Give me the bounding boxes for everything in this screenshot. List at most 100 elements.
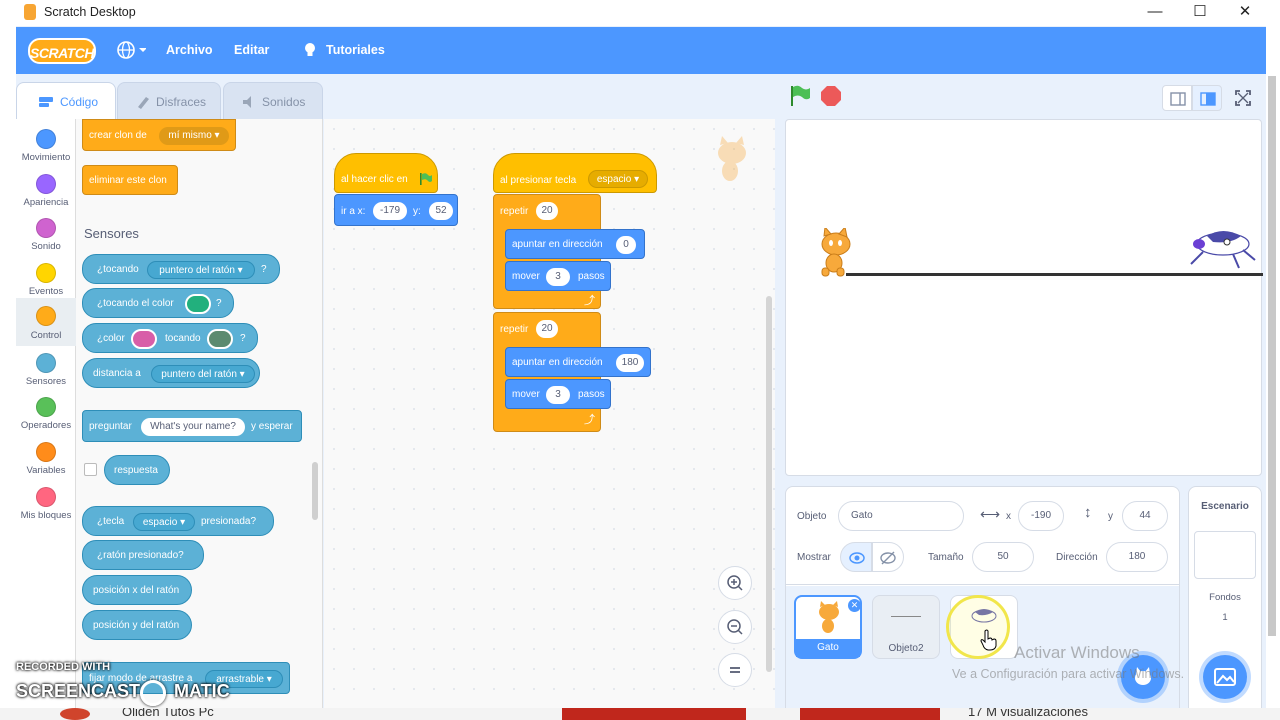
- category-operators[interactable]: Operadores: [16, 391, 76, 435]
- category-sound[interactable]: Sonido: [16, 212, 76, 256]
- file-menu[interactable]: Archivo: [166, 43, 213, 57]
- zoom-in-button[interactable]: [718, 566, 752, 600]
- mouse-y-block[interactable]: posición y del ratón: [82, 610, 192, 640]
- category-control[interactable]: Control: [16, 298, 76, 346]
- stage[interactable]: [785, 119, 1263, 476]
- language-menu[interactable]: [116, 40, 147, 60]
- category-my-blocks[interactable]: Mis bloques: [16, 481, 76, 525]
- zoom-out-button[interactable]: [718, 610, 752, 644]
- large-stage-button[interactable]: [1192, 85, 1222, 111]
- tab-sounds-label: Sonidos: [262, 95, 306, 109]
- repeat-count-input[interactable]: 20: [536, 202, 558, 220]
- size-input[interactable]: 50: [972, 542, 1034, 572]
- page-scrollbar[interactable]: [1268, 76, 1276, 636]
- minimize-button[interactable]: —: [1132, 1, 1178, 25]
- category-events[interactable]: Eventos: [16, 257, 76, 301]
- backdrop-thumbnail[interactable]: [1194, 531, 1256, 579]
- workspace-scrollbar[interactable]: [766, 296, 772, 672]
- key-dropdown[interactable]: espacio ▾: [588, 170, 648, 188]
- steps-input[interactable]: 3: [546, 386, 570, 404]
- tab-sounds[interactable]: Sonidos: [223, 82, 323, 120]
- mouse-x-block[interactable]: posición x del ratón: [82, 575, 192, 605]
- sprite-name-input[interactable]: Gato: [838, 501, 964, 531]
- stop-icon[interactable]: [819, 84, 843, 108]
- point-direction-block[interactable]: apuntar en dirección 0: [505, 229, 645, 259]
- y-input[interactable]: 52: [429, 202, 453, 220]
- y-arrow-icon: ↕: [1084, 504, 1092, 521]
- script-workspace[interactable]: al hacer clic en ir a x: -179 y: 52 al p…: [324, 119, 775, 709]
- x-input[interactable]: -190: [1018, 501, 1064, 531]
- distance-block[interactable]: distancia a puntero del ratón ▾: [82, 358, 260, 388]
- fullscreen-button[interactable]: [1230, 85, 1256, 111]
- delete-clone-block[interactable]: eliminar este clon: [82, 165, 178, 195]
- sprite-thumb-gato[interactable]: ✕ Gato: [794, 595, 862, 659]
- answer-block[interactable]: respuesta: [104, 455, 170, 485]
- mouse-down-block[interactable]: ¿ratón presionado?: [82, 540, 204, 570]
- touching-color-block[interactable]: ¿tocando el color ?: [82, 288, 234, 318]
- clone-target-dropdown[interactable]: mí mismo ▾: [159, 127, 229, 145]
- show-hidden-button[interactable]: [872, 542, 904, 572]
- category-label: Eventos: [28, 286, 64, 297]
- go-to-xy-block[interactable]: ir a x: -179 y: 52: [334, 194, 458, 226]
- color-swatch[interactable]: [185, 294, 211, 314]
- color-swatch[interactable]: [131, 329, 157, 349]
- point-direction-block[interactable]: apuntar en dirección 180: [505, 347, 651, 377]
- distance-dropdown[interactable]: puntero del ratón ▾: [151, 365, 255, 383]
- zoom-out-icon: [727, 619, 743, 635]
- delete-sprite-icon[interactable]: ✕: [848, 599, 861, 612]
- reset-zoom-button[interactable]: [718, 653, 752, 687]
- category-dot: [36, 218, 56, 238]
- category-motion[interactable]: Movimiento: [16, 123, 76, 167]
- tab-code[interactable]: Código: [16, 82, 116, 120]
- x-input[interactable]: -179: [373, 202, 407, 220]
- green-flag-icon[interactable]: [788, 84, 812, 108]
- category-sensing[interactable]: Sensores: [16, 347, 76, 391]
- category-dot: [36, 487, 56, 507]
- move-steps-block[interactable]: mover 3 pasos: [505, 379, 611, 409]
- edit-menu[interactable]: Editar: [234, 43, 269, 57]
- cat-sprite[interactable]: [810, 228, 862, 278]
- y-input[interactable]: 44: [1122, 501, 1168, 531]
- direction-input[interactable]: 180: [1106, 542, 1168, 572]
- lightbulb-icon: [305, 43, 315, 56]
- touching-dropdown[interactable]: puntero del ratón ▾: [147, 261, 255, 279]
- ask-input[interactable]: What's your name?: [141, 418, 245, 436]
- small-stage-button[interactable]: [1162, 85, 1192, 111]
- direction-input[interactable]: 0: [616, 236, 636, 254]
- channel-name: Oliden Tutos Pc: [122, 708, 214, 719]
- when-flag-clicked-block[interactable]: al hacer clic en: [334, 153, 438, 193]
- screencast-logo-icon: [140, 680, 166, 706]
- dog-sprite[interactable]: [1183, 224, 1263, 272]
- category-looks[interactable]: Apariencia: [16, 168, 76, 212]
- block-label: distancia a: [93, 368, 141, 379]
- loop-arrow-icon: ⤴: [584, 295, 595, 307]
- maximize-button[interactable]: ☐: [1177, 1, 1223, 25]
- sprite-thumb-objeto2[interactable]: Objeto2: [872, 595, 940, 659]
- color-touching-color-block[interactable]: ¿color tocando ?: [82, 323, 258, 353]
- steps-input[interactable]: 3: [546, 268, 570, 286]
- show-visible-button[interactable]: [840, 542, 872, 572]
- key-dropdown[interactable]: espacio ▾: [133, 513, 195, 531]
- tutorials-menu[interactable]: Tutoriales: [302, 39, 385, 63]
- repeat-count-input[interactable]: 20: [536, 320, 558, 338]
- add-backdrop-button[interactable]: [1203, 655, 1247, 699]
- close-button[interactable]: ✕: [1222, 1, 1268, 25]
- window-title: Scratch Desktop: [44, 5, 136, 19]
- create-clone-block[interactable]: crear clon de mí mismo ▾: [82, 119, 236, 151]
- x-arrow-icon: ⟷: [980, 506, 1001, 522]
- touching-block[interactable]: ¿tocando puntero del ratón ▾ ?: [82, 254, 280, 284]
- stage-selector[interactable]: Escenario Fondos 1: [1188, 486, 1262, 710]
- color-swatch[interactable]: [207, 329, 233, 349]
- ask-block[interactable]: preguntar What's your name? y esperar: [82, 410, 302, 442]
- palette-scrollbar[interactable]: [312, 462, 318, 520]
- move-steps-block[interactable]: mover 3 pasos: [505, 261, 611, 291]
- category-variables[interactable]: Variables: [16, 436, 76, 480]
- answer-checkbox[interactable]: [84, 463, 97, 476]
- cat-thumbnail: [819, 601, 839, 633]
- scratch-logo[interactable]: SCRATCH: [28, 38, 96, 64]
- key-pressed-block[interactable]: ¿tecla espacio ▾ presionada?: [82, 506, 274, 536]
- direction-input[interactable]: 180: [616, 354, 644, 372]
- block-palette: crear clon de mí mismo ▾ eliminar este c…: [76, 119, 323, 709]
- when-key-pressed-block[interactable]: al presionar tecla espacio ▾: [493, 153, 657, 193]
- tab-costumes[interactable]: Disfraces: [117, 82, 221, 120]
